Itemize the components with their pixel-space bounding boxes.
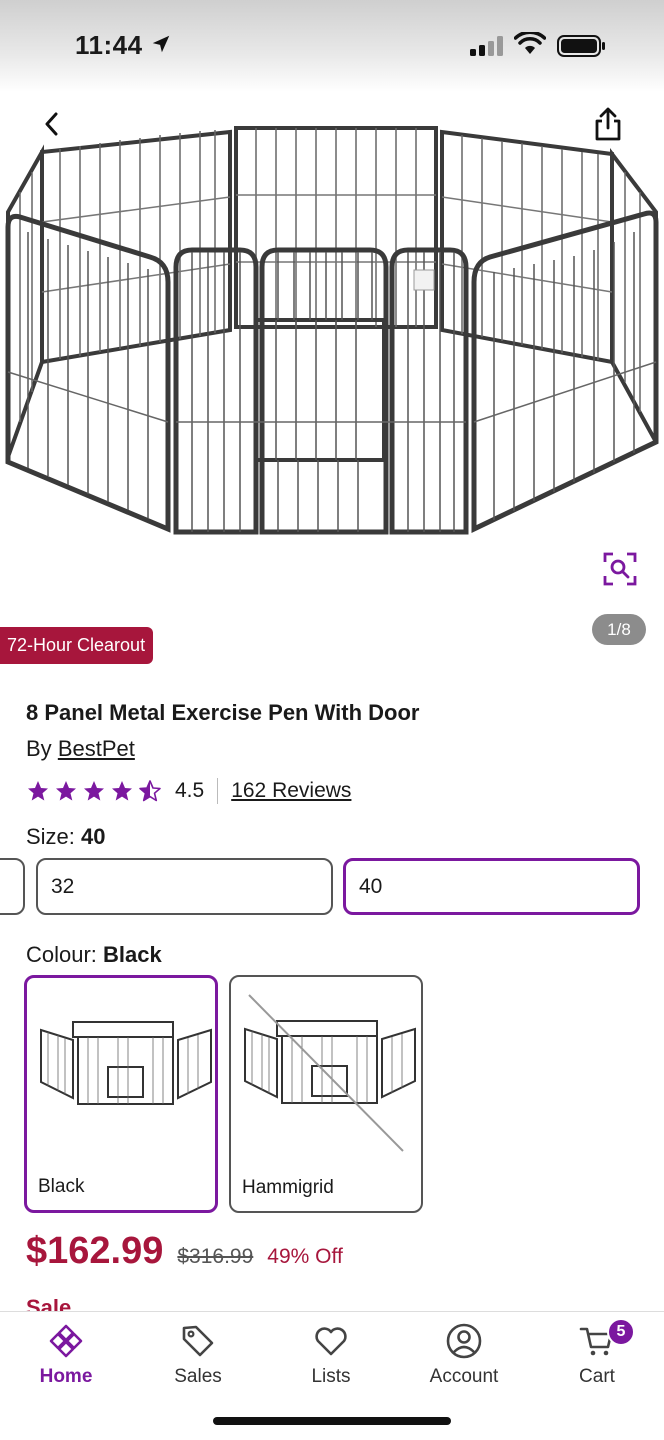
- colour-selected-value: Black: [103, 942, 162, 967]
- colour-thumbnail: [40, 1021, 212, 1105]
- star-full-icon: [28, 781, 48, 801]
- discount-percent: 49% Off: [267, 1245, 343, 1268]
- sale-label: Sale: [26, 1295, 72, 1311]
- divider: [217, 778, 219, 804]
- tab-home[interactable]: Home: [16, 1322, 116, 1394]
- rating-value: 4.5: [175, 779, 205, 802]
- colour-option-label: Hammigrid: [242, 1177, 334, 1198]
- size-option-40[interactable]: 40: [343, 858, 640, 915]
- brand-prefix: By: [26, 736, 52, 761]
- rating-row: 4.5 162 Reviews: [26, 776, 351, 806]
- star-full-icon: [84, 781, 104, 801]
- star-half-icon: [139, 780, 161, 802]
- size-option-label: 40: [359, 874, 383, 898]
- sale-price: $162.99: [26, 1230, 164, 1272]
- home-logo-icon: [49, 1324, 83, 1358]
- price-row: $162.99 $316.99 49% Off: [26, 1230, 343, 1273]
- reviews-link[interactable]: 162 Reviews: [231, 779, 351, 803]
- share-icon[interactable]: [592, 106, 624, 142]
- status-time: 11:44: [75, 30, 143, 60]
- chevron-left-icon: [45, 112, 58, 136]
- clearout-badge: 72-Hour Clearout: [0, 627, 154, 664]
- colour-option-label: Black: [38, 1176, 85, 1197]
- tab-cart[interactable]: 5 Cart: [547, 1318, 647, 1394]
- tab-account[interactable]: Account: [414, 1322, 514, 1394]
- tab-lists[interactable]: Lists: [281, 1322, 381, 1394]
- colour-option-hammigrid[interactable]: Hammigrid: [229, 975, 423, 1213]
- star-full-icon: [112, 781, 132, 801]
- size-label-text: Size:: [26, 824, 75, 849]
- account-icon: [446, 1323, 482, 1359]
- product-image[interactable]: [0, 92, 664, 612]
- cellular-signal-icon: [470, 36, 503, 56]
- size-option-label: 32: [51, 874, 75, 898]
- tab-sales-label: Sales: [174, 1366, 222, 1387]
- size-option-prev[interactable]: [0, 858, 25, 915]
- original-price: $316.99: [177, 1245, 254, 1268]
- tab-cart-label: Cart: [579, 1366, 615, 1387]
- image-counter: 1/8: [592, 614, 646, 645]
- home-indicator[interactable]: [213, 1417, 451, 1425]
- colour-label: Colour: Black: [26, 942, 162, 968]
- heart-icon: [315, 1327, 347, 1356]
- tab-account-label: Account: [429, 1366, 499, 1387]
- status-bar: 11:44: [0, 0, 664, 92]
- cart-count-badge: 5: [607, 1318, 635, 1346]
- size-label: Size: 40: [26, 824, 106, 850]
- zoom-search-icon[interactable]: [602, 551, 638, 587]
- brand-link[interactable]: BestPet: [58, 736, 135, 761]
- location-arrow-icon: [152, 35, 170, 53]
- brand-line: By BestPet: [26, 736, 135, 762]
- product-title: 8 Panel Metal Exercise Pen With Door: [26, 700, 420, 725]
- battery-icon: [557, 35, 605, 57]
- wifi-icon: [514, 32, 546, 54]
- size-option-32[interactable]: 32: [36, 858, 333, 915]
- size-selected-value: 40: [81, 824, 106, 849]
- back-button[interactable]: [36, 108, 68, 140]
- star-rating: [26, 779, 162, 803]
- tab-sales[interactable]: Sales: [148, 1322, 248, 1394]
- colour-option-black[interactable]: Black: [24, 975, 218, 1213]
- tab-lists-label: Lists: [311, 1366, 351, 1387]
- star-full-icon: [56, 781, 76, 801]
- tab-home-label: Home: [39, 1366, 93, 1387]
- tag-icon: [182, 1325, 214, 1357]
- colour-label-text: Colour:: [26, 942, 97, 967]
